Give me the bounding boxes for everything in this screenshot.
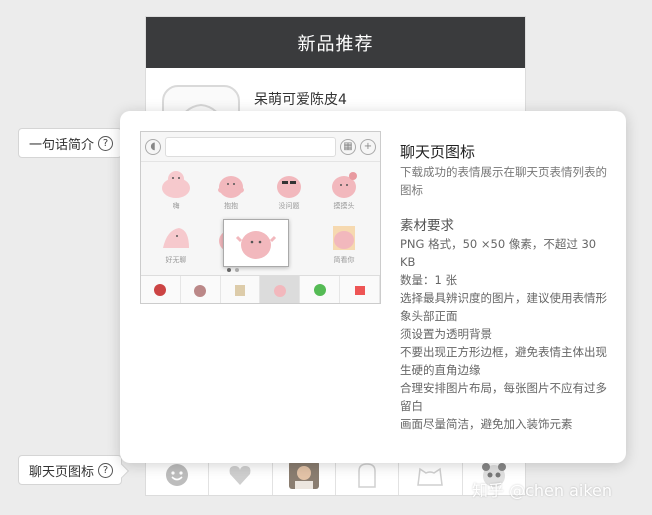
voice-icon: ◖: [145, 138, 161, 155]
requirement-item: 合理安排图片布局，每张图片不应有过多留白: [400, 381, 607, 413]
requirement-item: 不要出现正方形边框，避免表情主体出现生硬的直角边缘: [400, 345, 607, 377]
chat-input-mock: [165, 136, 336, 157]
tooltip-title: 聊天页图标: [400, 143, 476, 161]
help-icon[interactable]: ?: [98, 135, 114, 151]
sticker-item: 好无聊: [156, 222, 196, 265]
sticker-tab: [181, 276, 221, 303]
sticker-tab: [141, 276, 181, 303]
requirement-item: 画面尽量简洁，避免加入装饰元素: [400, 417, 573, 431]
sticker-grid: 嗨 抱抱 没问题 摸摸头 好无聊 亲亲: [141, 162, 380, 276]
sticker-item: 嗨: [156, 168, 196, 211]
requirement-item: PNG 格式，50 ×50 像素，不超过 30 KB: [400, 237, 597, 269]
sticker-label: 摸摸头: [333, 202, 355, 210]
sticker-tab: [221, 276, 261, 303]
sticker-label: 好无聊: [165, 256, 187, 264]
summary-label-text: 一句话简介: [29, 137, 95, 153]
watermark: 知乎 @chen aiken: [472, 481, 613, 500]
keyboard-icon: ▦: [340, 138, 356, 155]
chat-input-bar: ◖ ▦ +: [141, 132, 380, 162]
summary-label[interactable]: 一句话简介 ?: [18, 128, 123, 158]
requirement-item: 须设置为透明背景: [400, 327, 492, 341]
requirements-title: 素材要求: [400, 218, 454, 234]
chat-icon-label-text: 聊天页图标: [29, 464, 95, 480]
phone-header: 新品推荐: [146, 17, 525, 68]
page-dots: [227, 268, 239, 272]
sticker-item: 摸摸头: [324, 168, 364, 211]
sticker-tab-selected: [260, 276, 301, 303]
sticker-label: 嗨: [172, 202, 180, 210]
sticker-label: 没问题: [278, 202, 300, 210]
sticker-item: 抱抱: [211, 168, 251, 211]
phone-header-title: 新品推荐: [297, 33, 374, 55]
chat-page-preview-image: ◖ ▦ + 嗨 抱抱 没问题 摸摸头 好无聊 简看你: [140, 131, 381, 304]
chat-icon-tooltip: ◖ ▦ + 嗨 抱抱 没问题 摸摸头 好无聊 简看你 聊天页图标 下载成功的表情…: [120, 111, 626, 463]
product-name: 呆萌可爱陈皮4: [254, 92, 347, 108]
sticker-item: 简看你: [324, 222, 364, 265]
requirement-item: 数量：1 张: [400, 273, 457, 287]
requirements-list: PNG 格式，50 ×50 像素，不超过 30 KB 数量：1 张 选择最具辨识…: [400, 235, 612, 433]
highlighted-sticker: [223, 219, 289, 267]
page-dot: [227, 268, 231, 272]
sticker-tab: [300, 276, 341, 303]
plus-icon: +: [360, 138, 376, 155]
sticker-label: 简看你: [333, 256, 355, 264]
sticker-tab-bar: [141, 275, 380, 303]
sticker-tab: [340, 276, 380, 303]
help-icon[interactable]: ?: [98, 462, 114, 478]
sticker-label: 抱抱: [224, 202, 238, 210]
chat-icon-label[interactable]: 聊天页图标 ?: [18, 455, 123, 485]
requirement-item: 选择最具辨识度的图片，建议使用表情形象头部正面: [400, 291, 607, 323]
page-dot: [235, 268, 239, 272]
sticker-item: 没问题: [269, 168, 309, 211]
tooltip-description: 下载成功的表情展示在聊天页表情列表的图标: [400, 165, 607, 197]
